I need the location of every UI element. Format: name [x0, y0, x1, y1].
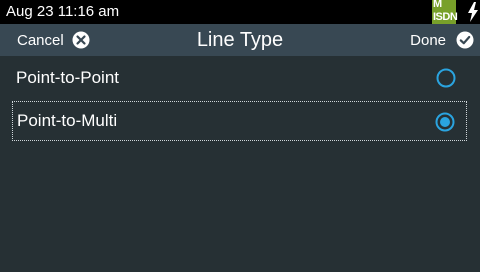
status-bar: Aug 23 11:16 am M ISDN — [0, 0, 480, 24]
option-point-to-point[interactable]: Point-to-Point — [12, 58, 467, 98]
badge-isdn-label: ISDN — [433, 11, 458, 23]
cancel-label: Cancel — [17, 31, 64, 49]
isdn-mode-badge: M ISDN — [432, 0, 458, 24]
cancel-button[interactable]: Cancel — [17, 24, 90, 56]
option-label: Point-to-Multi — [17, 111, 118, 130]
radio-unselected-icon[interactable] — [436, 68, 456, 88]
power-bolt-icon — [468, 2, 478, 22]
close-circle-icon — [72, 31, 90, 49]
radio-selected-icon[interactable] — [435, 112, 455, 132]
header-bar: Cancel Line Type Done — [0, 24, 480, 56]
badge-mode-letter: M — [433, 0, 443, 10]
option-point-to-multi[interactable]: Point-to-Multi — [12, 101, 467, 141]
done-button[interactable]: Done — [410, 24, 474, 56]
status-datetime: Aug 23 11:16 am — [6, 3, 120, 20]
option-label: Point-to-Point — [16, 68, 119, 87]
check-circle-icon — [456, 31, 474, 49]
done-label: Done — [410, 31, 446, 49]
